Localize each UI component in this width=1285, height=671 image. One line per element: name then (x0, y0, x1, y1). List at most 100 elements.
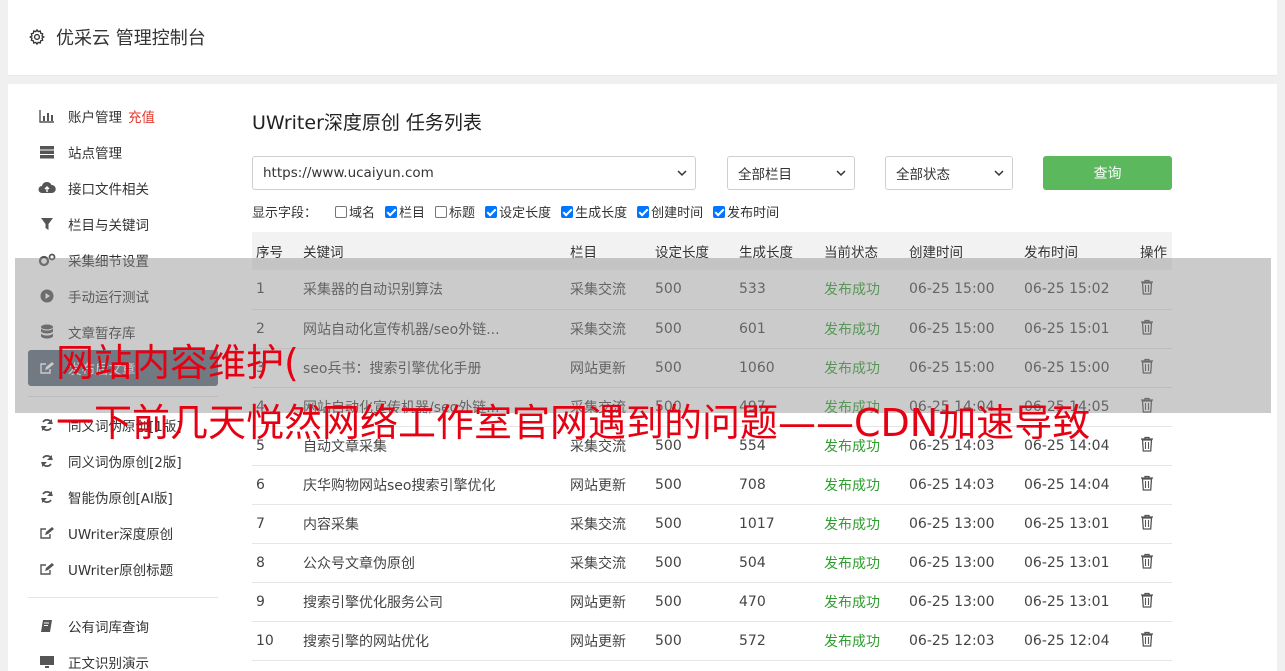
query-button[interactable]: 查询 (1043, 156, 1172, 190)
site-select[interactable]: https://www.ucaiyun.com (252, 156, 696, 190)
chevron-down-icon (836, 170, 846, 177)
table-cell: 9 (252, 582, 299, 622)
column-select[interactable]: 全部栏目 (727, 156, 855, 190)
brand: 优采云 管理控制台 (28, 24, 206, 50)
table-cell: 06-25 13:00 (905, 543, 1020, 583)
field-checkbox-6[interactable]: 创建时间 (637, 202, 703, 221)
filter-icon (38, 216, 56, 232)
table-row: 7 内容采集 采集交流 500 1017 发布成功 06-25 13:00 06-25 13:… (252, 504, 1172, 544)
table-cell: 采集交流 (566, 504, 651, 544)
table-cell: 搜索引擎优化服务公司 (299, 582, 566, 622)
checkbox[interactable] (713, 205, 726, 218)
trash-icon[interactable] (1140, 436, 1154, 456)
sidebar-item-1[interactable]: 账户管理 充值 (28, 98, 218, 134)
action-cell (1136, 543, 1172, 583)
refresh-icon (38, 489, 56, 505)
table-cell: 1017 (735, 504, 820, 544)
table-row: 10 搜索引擎的网站优化 网站更新 500 572 发布成功 06-25 12:03 06-2… (252, 621, 1172, 661)
trash-icon[interactable] (1140, 475, 1154, 495)
sidebar-item-10[interactable]: 同义词伪原创[2版] (28, 443, 218, 479)
sidebar-item-11[interactable]: 智能伪原创[AI版] (28, 479, 218, 515)
book-icon (38, 618, 56, 634)
table-cell: 公众号文章伪原创 (299, 543, 566, 583)
display-fields: 显示字段： 域名 栏目 标题 设定长度 生成长度 创建时间 发布时间 (252, 202, 789, 221)
sidebar-item-2[interactable]: 站点管理 (28, 134, 218, 170)
trash-icon[interactable] (1140, 631, 1154, 651)
action-cell (1136, 465, 1172, 505)
table-cell: 06-25 12:03 (905, 621, 1020, 661)
top-bar: 优采云 管理控制台 (8, 0, 1277, 76)
overlay-title-line2: 一下前几天悦然网络工作室官网遇到的问题——CDN加速导致 (56, 401, 1091, 445)
checkbox[interactable] (385, 205, 398, 218)
table-cell: 8 (252, 543, 299, 583)
recharge-link[interactable]: 充值 (128, 106, 155, 126)
overlay-title-line1: 网站内容维护( (56, 341, 299, 385)
table-row: 8 公众号文章伪原创 采集交流 500 504 发布成功 06-25 13:00 06-25 … (252, 543, 1172, 583)
checkbox-label: 生成长度 (575, 206, 628, 221)
table-cell: 572 (735, 621, 820, 661)
sidebar-item-label: 接口文件相关 (68, 182, 149, 198)
field-checkbox-3[interactable]: 标题 (435, 202, 475, 221)
table-cell: 06-25 13:01 (1020, 543, 1136, 583)
checkbox[interactable] (637, 205, 650, 218)
field-checkbox-2[interactable]: 栏目 (385, 202, 425, 221)
field-checkbox-4[interactable]: 设定长度 (485, 202, 551, 221)
display-fields-label: 显示字段： (252, 206, 318, 221)
page-title: UWriter深度原创 任务列表 (252, 112, 482, 134)
sidebar-item-13[interactable]: UWriter原创标题 (28, 551, 218, 587)
bar-chart-icon (38, 108, 56, 124)
checkbox-label: 设定长度 (499, 206, 552, 221)
table-cell: 500 (651, 465, 735, 505)
chevron-down-icon (994, 170, 1004, 177)
sidebar-item-label: 公有词库查询 (68, 620, 149, 636)
sidebar-item-3[interactable]: 接口文件相关 (28, 170, 218, 206)
checkbox[interactable] (485, 205, 498, 218)
sidebar-item-12[interactable]: UWriter深度原创 (28, 515, 218, 551)
table-cell: 500 (651, 504, 735, 544)
table-cell: 发布成功 (820, 621, 905, 661)
sidebar-item-label: 账户管理 (68, 110, 122, 126)
sidebar-item-label: 智能伪原创[AI版] (68, 491, 173, 507)
checkbox-label: 创建时间 (651, 206, 704, 221)
sidebar-divider (28, 597, 218, 598)
table-row: 9 搜索引擎优化服务公司 网站更新 500 470 发布成功 06-25 13:00 06-2… (252, 582, 1172, 622)
trash-icon[interactable] (1140, 592, 1154, 612)
table-cell: 708 (735, 465, 820, 505)
checkbox-label: 域名 (349, 206, 376, 221)
field-checkbox-7[interactable]: 发布时间 (713, 202, 779, 221)
status-select[interactable]: 全部状态 (885, 156, 1013, 190)
sidebar-item-15[interactable]: 正文识别演示 (28, 644, 218, 671)
table-cell: 470 (735, 582, 820, 622)
action-cell (1136, 621, 1172, 661)
table-cell: 网站更新 (566, 582, 651, 622)
column-select-value: 全部栏目 (738, 167, 792, 183)
checkbox[interactable] (561, 205, 574, 218)
gear-icon (29, 28, 45, 46)
table-cell: 搜索引擎的网站优化 (299, 621, 566, 661)
table-cell: 6 (252, 465, 299, 505)
field-checkbox-1[interactable]: 域名 (335, 202, 375, 221)
table-cell: 504 (735, 543, 820, 583)
sidebar-item-label: 正文识别演示 (68, 656, 149, 671)
checkbox-label: 标题 (449, 206, 476, 221)
checkbox[interactable] (435, 205, 448, 218)
status-select-value: 全部状态 (896, 167, 950, 183)
table-cell: 庆华购物网站seo搜索引擎优化 (299, 465, 566, 505)
table-cell: 500 (651, 582, 735, 622)
edit-icon (38, 561, 56, 577)
field-checkbox-5[interactable]: 生成长度 (561, 202, 627, 221)
sidebar-item-label: 同义词伪原创[2版] (68, 455, 182, 471)
sidebar-item-14[interactable]: 公有词库查询 (28, 608, 218, 644)
trash-icon[interactable] (1140, 514, 1154, 534)
table-cell: 网站更新 (566, 465, 651, 505)
table-cell: 500 (651, 543, 735, 583)
sidebar-item-4[interactable]: 栏目与关键词 (28, 206, 218, 242)
table-cell: 7 (252, 504, 299, 544)
checkbox[interactable] (335, 205, 348, 218)
chevron-down-icon (677, 170, 687, 177)
sidebar-item-label: 站点管理 (68, 146, 122, 162)
trash-icon[interactable] (1140, 553, 1154, 573)
app-title: 优采云 管理控制台 (56, 28, 206, 49)
table-cell: 06-25 13:01 (1020, 582, 1136, 622)
image-caption-overlay (15, 258, 1271, 413)
